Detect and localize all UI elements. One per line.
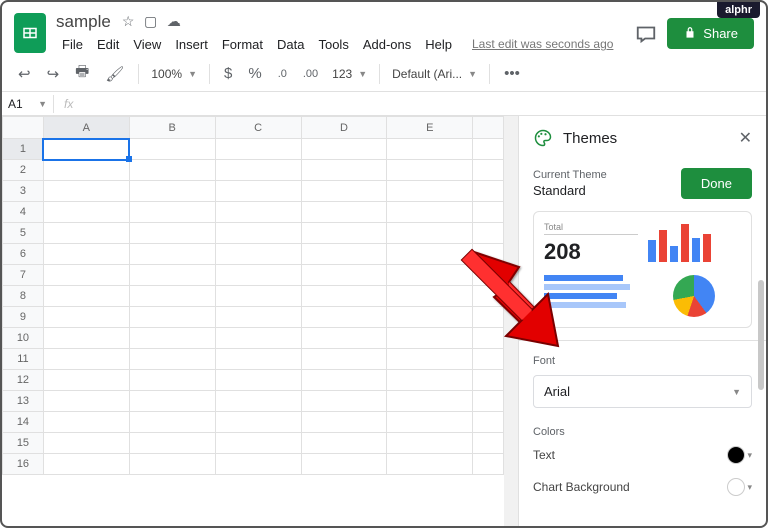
separator [209,64,210,84]
row-header[interactable]: 8 [3,286,44,307]
vertical-scrollbar[interactable] [504,116,518,526]
preview-scorecard: Total 208 [544,222,638,265]
menu-format[interactable]: Format [216,34,269,55]
name-box[interactable]: A1▼ [2,95,54,113]
separator [379,64,380,84]
decrease-decimal-button[interactable]: .0 [272,64,293,84]
menu-file[interactable]: File [56,34,89,55]
row-header[interactable]: 2 [3,160,44,181]
chart-bg-color-picker[interactable]: ▾ [727,478,752,496]
sheets-icon [21,22,39,44]
lock-icon [683,26,697,40]
palette-icon [533,128,553,148]
menu-help[interactable]: Help [419,34,458,55]
font-select-dropdown[interactable]: Arial▼ [533,375,752,408]
current-theme-label: Current Theme [533,169,607,181]
currency-button[interactable]: $ [218,61,238,86]
percent-button[interactable]: % [242,61,267,86]
color-bg-label: Chart Background [533,480,630,494]
share-label: Share [703,26,738,41]
row-header[interactable]: 13 [3,391,44,412]
colors-section-label: Colors [533,426,752,438]
more-toolbar-icon[interactable]: ••• [498,61,526,86]
select-all-corner[interactable] [3,117,44,139]
row-header[interactable]: 10 [3,328,44,349]
menubar: File Edit View Insert Format Data Tools … [56,34,635,55]
share-button[interactable]: Share [667,18,754,49]
last-edit-link[interactable]: Last edit was seconds ago [466,34,619,54]
done-button[interactable]: Done [681,168,752,199]
star-icon[interactable]: ☆ [122,13,135,29]
row-header[interactable]: 5 [3,223,44,244]
row-header[interactable]: 3 [3,181,44,202]
theme-preview-card[interactable]: Total 208 [533,211,752,328]
column-header[interactable]: C [215,117,301,139]
separator [489,64,490,84]
chevron-down-icon: ▼ [732,387,741,397]
color-text-label: Text [533,448,555,462]
formula-bar: A1▼ fx [2,92,766,116]
format-123-select[interactable]: 123▼ [328,65,371,83]
fx-label: fx [54,97,83,111]
themes-panel: Themes ✕ Current Theme Standard Done Tot… [518,116,766,526]
print-icon[interactable]: 🖶 [69,57,95,90]
text-color-picker[interactable]: ▾ [727,446,752,464]
font-select[interactable]: Default (Ari...▼ [388,65,481,83]
zoom-select[interactable]: 100%▼ [147,65,201,83]
row-header[interactable]: 16 [3,454,44,475]
current-theme-name: Standard [533,183,607,198]
paint-format-icon[interactable]: 🖌 [99,61,130,87]
row-header[interactable]: 6 [3,244,44,265]
comments-icon[interactable] [635,22,657,44]
fill-handle[interactable] [126,156,132,162]
cloud-icon[interactable]: ☁ [167,13,181,29]
separator [138,64,139,84]
row-header[interactable]: 12 [3,370,44,391]
column-header[interactable]: E [387,117,473,139]
menu-edit[interactable]: Edit [91,34,125,55]
titlebar: sample ☆ ▢ ☁ File Edit View Insert Forma… [2,2,766,56]
panel-title: Themes [563,130,729,147]
redo-icon[interactable]: ↪ [41,61,66,87]
divider [519,340,766,341]
watermark-badge: alphr [717,2,760,18]
undo-icon[interactable]: ↩ [12,61,37,87]
panel-scrollbar[interactable] [758,280,764,390]
row-header[interactable]: 7 [3,265,44,286]
row-header[interactable]: 4 [3,202,44,223]
font-section-label: Font [533,355,752,367]
preview-bar-chart [648,222,742,262]
preview-pie-chart [648,275,742,317]
menu-data[interactable]: Data [271,34,310,55]
preview-table [544,275,638,317]
cell-a1[interactable] [43,139,129,160]
sheets-logo[interactable] [14,13,46,53]
column-header[interactable]: B [129,117,215,139]
menu-tools[interactable]: Tools [312,34,354,55]
column-header[interactable] [473,117,504,139]
increase-decimal-button[interactable]: .00 [297,64,324,84]
close-icon[interactable]: ✕ [739,128,752,148]
column-header[interactable]: A [43,117,129,139]
move-icon[interactable]: ▢ [144,13,157,29]
doc-name[interactable]: sample [56,12,111,32]
row-header[interactable]: 14 [3,412,44,433]
row-header[interactable]: 9 [3,307,44,328]
row-header[interactable]: 11 [3,349,44,370]
toolbar: ↩ ↪ 🖶 🖌 100%▼ $ % .0 .00 123▼ Default (A… [2,56,766,92]
menu-addons[interactable]: Add-ons [357,34,417,55]
spreadsheet-grid[interactable]: A B C D E 1 2 3 4 5 6 7 8 9 10 11 12 13 … [2,116,504,526]
column-header[interactable]: D [301,117,387,139]
menu-view[interactable]: View [127,34,167,55]
row-header[interactable]: 15 [3,433,44,454]
doc-info: sample ☆ ▢ ☁ File Edit View Insert Forma… [56,12,635,55]
menu-insert[interactable]: Insert [169,34,214,55]
row-header[interactable]: 1 [3,139,44,160]
